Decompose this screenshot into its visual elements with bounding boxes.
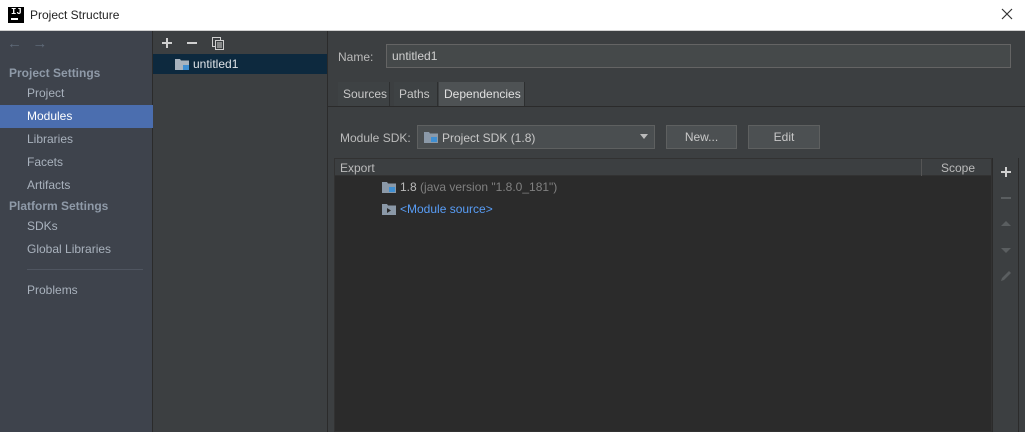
platform-settings-heading: Platform Settings [9, 199, 109, 213]
sidebar-item-global-libraries[interactable]: Global Libraries [0, 238, 153, 261]
sidebar-item-project[interactable]: Project [0, 82, 153, 105]
copy-icon[interactable] [210, 35, 230, 51]
forward-arrow-icon[interactable]: → [32, 36, 54, 52]
settings-sidebar: ← → Project Settings Project Modules Lib… [0, 31, 153, 432]
arrow-down-icon[interactable] [998, 242, 1014, 258]
tabs-underline [328, 106, 1025, 107]
column-divider [921, 159, 922, 176]
sidebar-item-artifacts[interactable]: Artifacts [0, 174, 153, 197]
tab-sources[interactable]: Sources [338, 82, 390, 106]
pencil-icon[interactable] [998, 268, 1014, 284]
table-row[interactable]: 1.8 (java version "1.8.0_181") [335, 176, 991, 198]
chevron-down-icon [640, 134, 648, 139]
project-settings-heading: Project Settings [9, 66, 101, 80]
arrow-up-icon[interactable] [998, 216, 1014, 232]
table-header: Export Scope [335, 159, 991, 176]
table-row[interactable]: <Module source> [335, 198, 991, 220]
window-title-bar: IJ Project Structure [0, 0, 1025, 31]
tab-dependencies[interactable]: Dependencies [439, 82, 525, 106]
sidebar-divider [27, 269, 143, 270]
module-settings-panel: Name: Sources Paths Dependencies Module … [328, 31, 1025, 432]
column-header-scope[interactable]: Scope [941, 161, 975, 175]
folder-icon [423, 130, 439, 144]
edit-sdk-button[interactable]: Edit [748, 125, 820, 149]
module-sdk-value: Project SDK (1.8) [442, 131, 536, 145]
module-sdk-dropdown[interactable]: Project SDK (1.8) [417, 125, 655, 149]
sidebar-item-problems[interactable]: Problems [0, 279, 153, 302]
minus-icon[interactable] [184, 35, 204, 51]
tree-item-module[interactable]: untitled1 [153, 54, 327, 74]
sidebar-item-sdks[interactable]: SDKs [0, 215, 153, 238]
intellij-logo-icon: IJ [8, 7, 24, 23]
module-source-folder-icon [381, 203, 397, 216]
close-icon[interactable] [999, 6, 1015, 22]
module-name: untitled1 [193, 57, 239, 71]
module-name-field[interactable] [386, 44, 1011, 68]
minus-icon[interactable] [998, 190, 1014, 206]
module-folder-icon [174, 57, 190, 71]
folder-icon [381, 181, 397, 194]
back-arrow-icon[interactable]: ← [7, 36, 29, 52]
module-list-panel: untitled1 [153, 31, 328, 432]
dependencies-toolbar [992, 158, 1019, 432]
column-header-export[interactable]: Export [340, 161, 375, 175]
dependency-name: 1.8 [400, 180, 417, 194]
tab-paths[interactable]: Paths [394, 82, 438, 106]
sidebar-item-modules[interactable]: Modules [0, 105, 153, 128]
window-title: Project Structure [30, 8, 120, 22]
sidebar-item-libraries[interactable]: Libraries [0, 128, 153, 151]
new-sdk-button[interactable]: New... [666, 125, 737, 149]
dependency-name: <Module source> [400, 202, 493, 216]
history-navigation: ← → [7, 36, 54, 52]
plus-icon[interactable] [998, 164, 1014, 180]
dependencies-table: Export Scope 1.8 (java version "1.8.0_18… [334, 158, 992, 432]
plus-icon[interactable] [159, 35, 179, 51]
sidebar-item-facets[interactable]: Facets [0, 151, 153, 174]
dependency-version-note: (java version "1.8.0_181") [420, 180, 558, 194]
name-label: Name: [338, 50, 374, 64]
module-sdk-label: Module SDK: [340, 131, 411, 145]
